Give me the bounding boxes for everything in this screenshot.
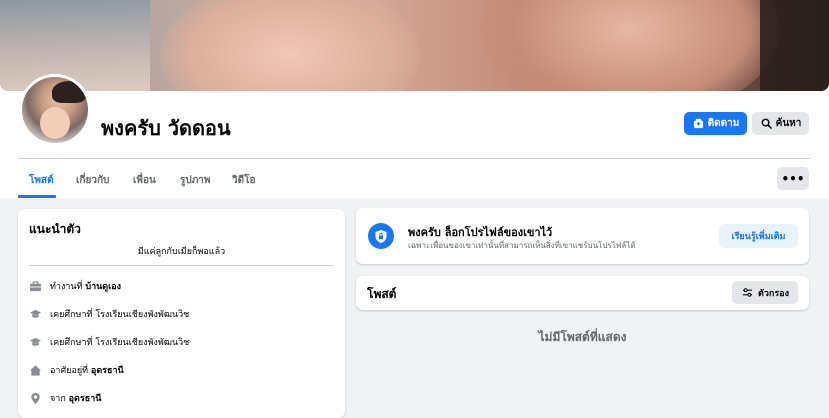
cover-photo-detail	[760, 0, 829, 91]
profile-avatar[interactable]	[19, 74, 91, 146]
more-icon: •••	[781, 171, 805, 186]
follow-label: ติดตาม	[707, 118, 740, 129]
no-posts-message: ไม่มีโพสต์ที่แสดง	[538, 330, 627, 344]
shield-icon	[368, 223, 394, 249]
learn-more-button[interactable]: เรียนรู้เพิ่มเติม	[719, 224, 798, 248]
profile-locked-card: พงครับ ล็อกโปรไฟล์ของเขาไว้ เฉพาะเพื่อนข…	[356, 208, 809, 264]
intro-item-current-city: อาศัยอยู่ที่ อุดรธานี	[29, 363, 124, 377]
intro-title: แนะนำตัว	[29, 222, 81, 236]
cover-photo-detail	[480, 0, 780, 91]
search-icon	[760, 117, 773, 130]
avatar-detail	[52, 81, 86, 103]
tab-about[interactable]: เกี่ยวกับ	[76, 173, 109, 188]
intro-item-prefix: จาก	[50, 394, 69, 404]
tab-photos[interactable]: รูปภาพ	[180, 173, 211, 188]
cover-photo-detail	[160, 0, 420, 91]
more-options-button[interactable]: •••	[777, 167, 809, 190]
intro-item-value[interactable]: บ้านดูเอง	[85, 282, 121, 292]
intro-item-education: เคยศึกษาที่ โรงเรียนเชียงพังพัฒนวิช	[29, 307, 189, 321]
filter-label: ตัวกรอง	[758, 288, 789, 299]
follow-button[interactable]: ติดตาม	[684, 112, 747, 135]
cover-photo-detail	[0, 0, 150, 91]
tab-posts[interactable]: โพสต์	[29, 173, 54, 188]
graduation-cap-icon	[29, 336, 42, 349]
intro-item-hometown: จาก อุดรธานี	[29, 391, 101, 405]
profile-name: พงครับ วัดดอน	[101, 116, 231, 140]
active-tab-indicator	[18, 195, 56, 198]
tab-friends[interactable]: เพื่อน	[133, 173, 156, 188]
cover-photo[interactable]	[0, 0, 829, 91]
avatar-detail	[40, 107, 70, 139]
intro-item-prefix: อาศัยอยู่ที่	[50, 366, 91, 376]
graduation-cap-icon	[29, 308, 42, 321]
intro-divider	[29, 265, 334, 266]
intro-item-text: ทำงานที่ บ้านดูเอง	[50, 279, 121, 293]
intro-item-education: เคยศึกษาที่ โรงเรียนเชียงพังพัฒนวิช	[29, 335, 189, 349]
search-label: ค้นหา	[775, 118, 802, 129]
intro-item-value[interactable]: อุดรธานี	[91, 366, 124, 376]
intro-item-text: จาก อุดรธานี	[50, 391, 101, 405]
intro-item-prefix: เคยศึกษาที่	[50, 338, 96, 348]
filter-icon	[741, 286, 754, 299]
filter-button[interactable]: ตัวกรอง	[732, 281, 798, 304]
intro-item-prefix: เคยศึกษาที่	[50, 310, 96, 320]
intro-item-text: เคยศึกษาที่ โรงเรียนเชียงพังพัฒนวิช	[50, 307, 189, 321]
intro-item-prefix: ทำงานที่	[50, 282, 86, 292]
intro-item-value[interactable]: โรงเรียนเชียงพังพัฒนวิช	[95, 338, 189, 348]
briefcase-icon	[29, 280, 42, 293]
posts-header-card: โพสต์ ตัวกรอง	[356, 276, 809, 310]
intro-bio: มีแค่ลูกกับเมียก็พอแล้ว	[137, 247, 226, 257]
intro-card: แนะนำตัว มีแค่ลูกกับเมียก็พอแล้ว ทำงานที…	[18, 209, 345, 418]
tab-videos[interactable]: วิดีโอ	[232, 173, 256, 188]
intro-item-work: ทำงานที่ บ้านดูเอง	[29, 279, 121, 293]
search-button[interactable]: ค้นหา	[752, 112, 809, 135]
intro-item-value[interactable]: อุดรธานี	[69, 394, 102, 404]
lock-notice-description: เฉพาะเพื่อนของเขาเท่านั้นที่สามารถเห็นสิ…	[408, 241, 636, 250]
intro-item-text: อาศัยอยู่ที่ อุดรธานี	[50, 363, 124, 377]
posts-title: โพสต์	[367, 287, 397, 301]
follow-icon	[692, 117, 705, 130]
home-icon	[29, 364, 42, 377]
location-pin-icon	[29, 392, 42, 405]
intro-item-value[interactable]: โรงเรียนเชียงพังพัฒนวิช	[95, 310, 189, 320]
intro-item-text: เคยศึกษาที่ โรงเรียนเชียงพังพัฒนวิช	[50, 335, 189, 349]
header-divider	[18, 158, 810, 159]
